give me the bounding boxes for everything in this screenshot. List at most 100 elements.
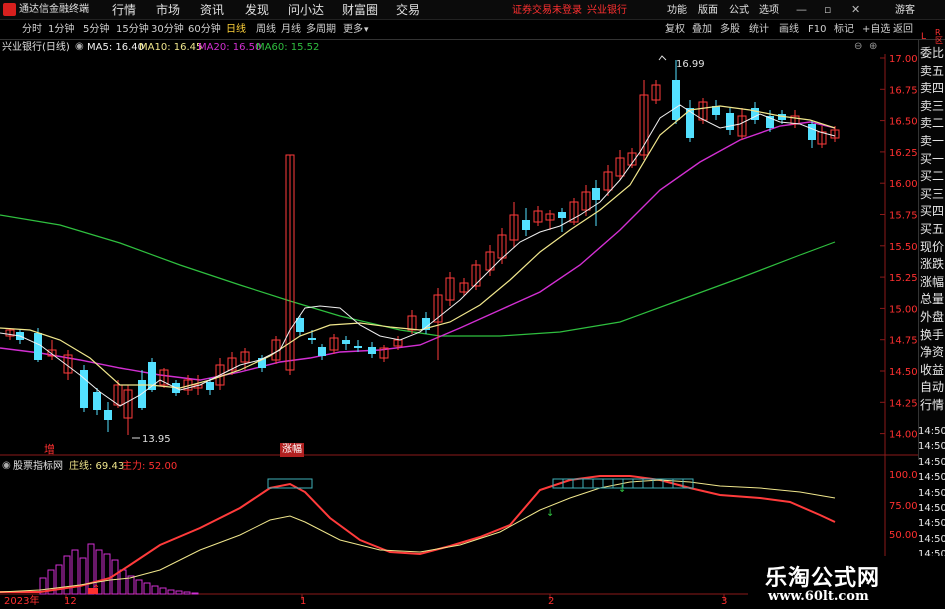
tool-biaoji[interactable]: 标记 [834,23,854,37]
high-price-label: 16.99 [676,59,705,70]
candle-body-down [368,347,376,354]
side-label-6: 买一 [920,151,945,166]
period-1min[interactable]: 1分钟 [48,23,74,37]
date-axis-dec: 12 [64,596,77,607]
ma5-path [0,104,836,407]
indicator-bar [79,557,87,595]
indicator-box-cell [582,478,594,489]
indicator-bar [167,589,175,595]
side-label-2: 卖四 [920,81,945,96]
period-multi[interactable]: 多周期 [306,23,336,37]
watermark-title: 乐淘公式网 [765,565,881,591]
indicator-bar [135,579,143,595]
period-weekly[interactable]: 周线 [256,23,276,37]
side-time-1: 14:50 [918,441,945,453]
side-label-3: 卖三 [920,98,945,113]
guest-button[interactable]: 游客 [895,4,915,18]
side-label-10: 买五 [920,222,945,236]
candle-body-down [104,410,112,420]
tool-diejia[interactable]: 叠加 [692,23,712,37]
axis-label: 15.50 [889,242,918,253]
watermark-url: www.60lt.com [768,589,869,604]
period-60min[interactable]: 60分钟 [188,23,221,37]
indicator-arrow-up: ↑ [92,584,100,595]
indicator-arrow-down: ↓ [618,484,626,495]
signal-label-zeng: 增 [44,443,55,456]
tool-tongji[interactable]: 统计 [749,23,769,37]
high-arrow [658,55,667,61]
period-30min[interactable]: 30分钟 [151,23,184,37]
side-time-6: 14:50 [918,518,945,530]
indicator-bar [127,575,135,595]
kline-chart[interactable]: ↓↓↑ 17.0016.7516.5016.2516.0015.7515.501… [0,40,918,609]
axis-label: 16.50 [889,117,918,128]
tool-huaxian[interactable]: 画线 [779,23,799,37]
menu-gongneng[interactable]: 功能 [667,4,687,18]
axis-label: 17.00 [889,54,918,65]
side-label-15: 外盘 [920,310,945,324]
menu-gongshi[interactable]: 公式 [729,4,749,18]
login-notice[interactable]: 证券交易未登录 [512,4,582,18]
date-axis-feb: 2 [548,596,555,607]
window-restore-icon[interactable]: ▫ [824,3,831,17]
menu-caifuquan[interactable]: 财富圈 [342,3,378,17]
side-label-12: 涨跌 [920,257,945,272]
price-axis: 17.00 16.75 16.50 16.25 16.00 15.75 15.50 15.25… [880,54,918,441]
period-5min[interactable]: 5分钟 [83,23,109,37]
indicator-bar [183,591,191,595]
side-label-17: 净资 [920,345,945,360]
axis-label: 15.25 [889,273,918,284]
indicator-settings-icon[interactable]: ◉ [2,459,11,473]
indicator-box-cell [632,478,644,489]
side-time-5: 14:50 [918,503,945,514]
ma60-line [0,214,836,337]
period-monthly[interactable]: 月线 [281,23,301,37]
candle-body-down [34,333,42,360]
menu-hangqing[interactable]: 行情 [112,3,136,17]
candle-body-down [93,392,101,410]
ind-axis-50: 50.00 [889,530,918,541]
side-label-18: 收益 [920,362,945,377]
indicator-bar [151,585,159,595]
menu-wenxiaoda[interactable]: 问小达 [288,3,324,17]
tool-f10[interactable]: F10 [808,23,826,37]
side-label-7: 买二 [920,169,945,184]
menu-jiaoyi[interactable]: 交易 [396,3,420,17]
chevron-down-icon[interactable]: ▾ [364,23,369,37]
indicator-arrow-down: ↓ [546,508,554,519]
tool-fanhui[interactable]: 返回 [893,23,913,37]
menu-banmian[interactable]: 版面 [698,4,718,18]
low-price-label: 13.95 [142,434,171,445]
candle-body-down [206,382,214,390]
window-close-icon[interactable]: ✕ [851,3,860,17]
tool-zixuan[interactable]: +自选 [862,23,890,37]
indicator-line1-value: 庄线: 69.43 [69,461,125,472]
menu-shichang[interactable]: 市场 [156,3,180,17]
side-time-2: 14:50 [918,456,945,468]
indicator-box-cell [592,478,604,489]
menu-zixun[interactable]: 资讯 [200,3,224,17]
axis-label: 16.75 [889,85,918,96]
indicator-bar [175,590,183,595]
period-daily[interactable]: 日线 [226,23,246,37]
side-time-3: 14:50 [918,472,945,484]
window-minimize-icon[interactable]: — [796,3,807,17]
watermark: 乐淘公式网 www.60lt.com [748,556,945,609]
side-label-19: 自动 [920,380,945,395]
candle-body-down [558,212,566,218]
tool-duogu[interactable]: 多股 [720,23,740,37]
menu-xuanxiang[interactable]: 选项 [759,4,779,18]
tool-fuquan[interactable]: 复权 [665,23,685,37]
side-time-7: 14:50 [918,533,945,545]
period-fenshi[interactable]: 分时 [22,23,42,37]
side-label-9: 买四 [920,204,945,219]
period-more[interactable]: 更多 [343,23,363,37]
app-title: 通达信金融终端 [19,4,89,15]
ind-axis-100: 100.0 [889,470,918,481]
side-label-20: 行情 [920,398,945,412]
indicator-line1-path [0,479,836,593]
menu-faxian[interactable]: 发现 [245,3,269,17]
candle-body-down [808,124,816,140]
period-15min[interactable]: 15分钟 [116,23,149,37]
indicator-bar [191,592,199,595]
